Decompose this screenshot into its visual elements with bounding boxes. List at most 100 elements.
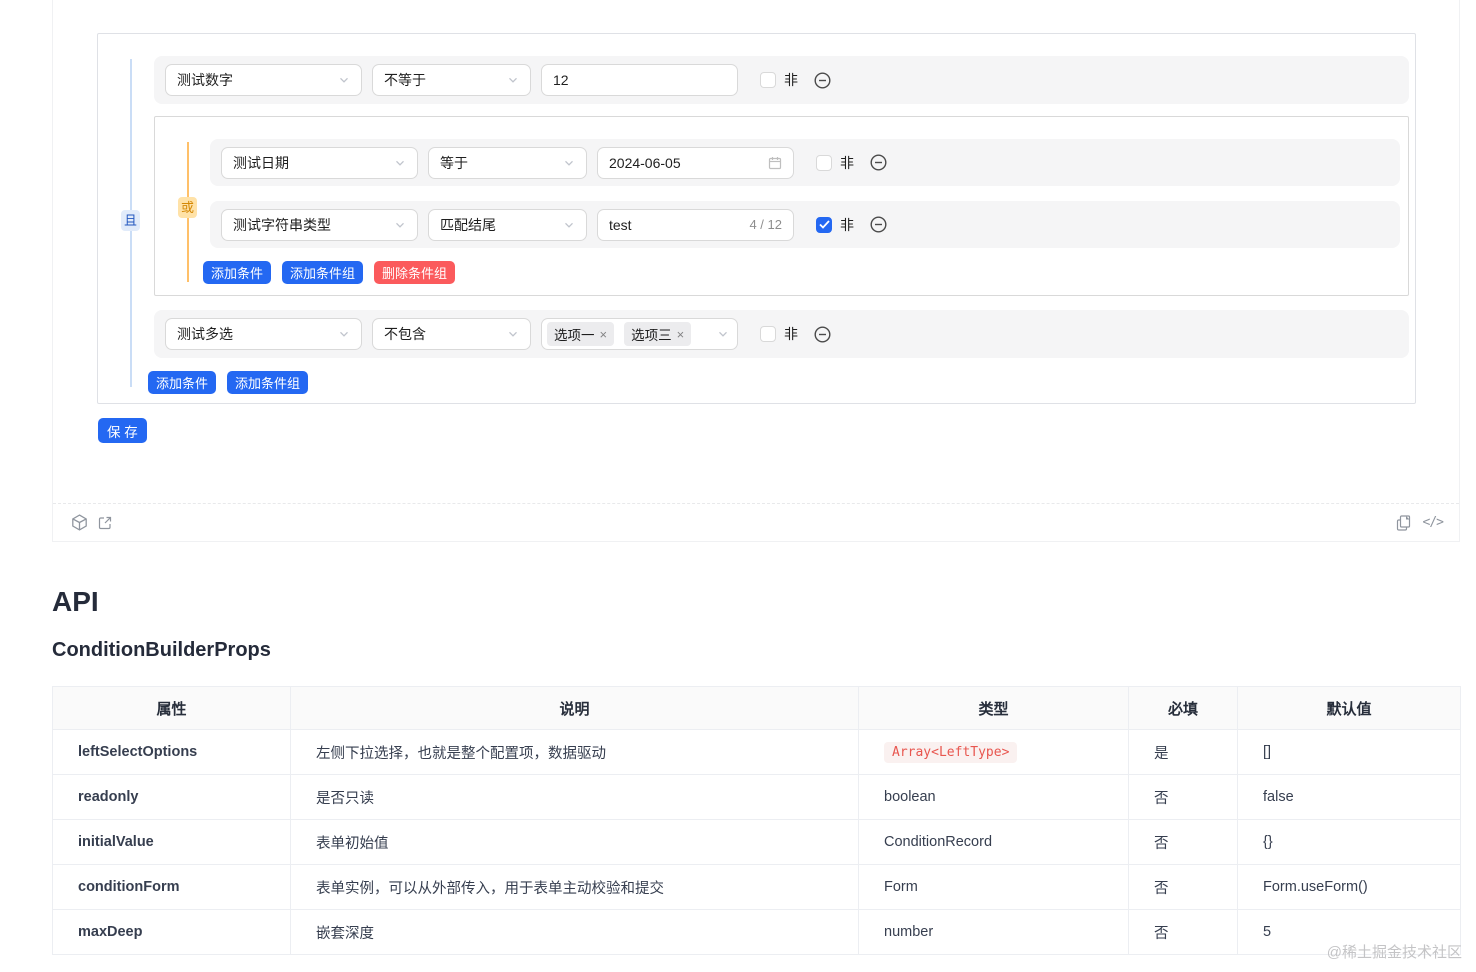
minus-circle-icon[interactable] bbox=[870, 154, 887, 171]
chevron-down-icon bbox=[396, 160, 404, 166]
prop-type: Form bbox=[858, 864, 1129, 910]
select-value: 不等于 bbox=[384, 72, 426, 88]
add-group-button[interactable]: 添加条件组 bbox=[227, 371, 309, 394]
api-subheading: ConditionBuilderProps bbox=[52, 639, 271, 661]
column-header-desc: 说明 bbox=[290, 686, 859, 730]
prop-desc: 表单初始值 bbox=[290, 819, 859, 865]
not-label: 非 bbox=[784, 72, 798, 88]
or-logic-badge[interactable]: 或 bbox=[178, 197, 198, 218]
prop-required: 否 bbox=[1128, 819, 1238, 865]
condition-row-date: 测试日期 等于 2024-06-05 非 bbox=[210, 139, 1400, 186]
field-select[interactable]: 测试日期 bbox=[221, 146, 418, 179]
tag-list: 选项一 × 选项三 × bbox=[547, 322, 701, 346]
chevron-down-icon bbox=[340, 77, 348, 83]
input-value: 12 bbox=[553, 72, 569, 88]
chevron-down-icon bbox=[509, 77, 517, 83]
chevron-down-icon bbox=[396, 222, 404, 228]
minus-circle-icon[interactable] bbox=[814, 71, 831, 89]
tag-close-icon[interactable]: × bbox=[600, 327, 608, 342]
prop-desc: 是否只读 bbox=[290, 774, 859, 820]
not-toggle: 非 bbox=[760, 324, 831, 344]
external-link-icon[interactable] bbox=[97, 515, 113, 531]
select-value: 测试日期 bbox=[233, 154, 289, 171]
operator-select[interactable]: 等于 bbox=[428, 146, 587, 179]
not-checkbox[interactable] bbox=[760, 72, 776, 88]
condition-row-number: 测试数字 不等于 12 非 bbox=[154, 56, 1409, 104]
select-value: 测试字符串类型 bbox=[233, 216, 331, 233]
prop-name: readonly bbox=[52, 774, 291, 820]
not-label: 非 bbox=[840, 216, 854, 233]
not-checkbox[interactable] bbox=[816, 154, 832, 171]
add-condition-button[interactable]: 添加条件 bbox=[203, 261, 272, 284]
minus-circle-icon[interactable] bbox=[870, 216, 887, 233]
text-input[interactable]: test 4 / 12 bbox=[597, 208, 794, 241]
select-value: 不包含 bbox=[384, 326, 426, 342]
condition-row-string: 测试字符串类型 匹配结尾 test 4 / 12 非 bbox=[210, 201, 1400, 248]
not-checkbox[interactable] bbox=[816, 216, 832, 233]
calendar-icon bbox=[768, 156, 782, 169]
prop-name: leftSelectOptions bbox=[52, 729, 291, 775]
not-toggle: 非 bbox=[760, 70, 831, 90]
not-label: 非 bbox=[840, 154, 854, 171]
not-checkbox[interactable] bbox=[760, 326, 776, 342]
add-group-button[interactable]: 添加条件组 bbox=[282, 261, 364, 284]
not-label: 非 bbox=[784, 326, 798, 342]
prop-desc: 嵌套深度 bbox=[290, 909, 859, 955]
prop-default: false bbox=[1237, 774, 1461, 820]
condition-row-multi: 测试多选 不包含 选项一 × 选项三 × 非 bbox=[154, 310, 1409, 358]
demo-toolbar: </> bbox=[53, 503, 1459, 541]
table-row: leftSelectOptions 左侧下拉选择，也就是整个配置项，数据驱动 A… bbox=[52, 729, 1461, 775]
prop-type: number bbox=[858, 909, 1129, 955]
column-header-default: 默认值 bbox=[1237, 686, 1461, 730]
watermark: @稀土掘金技术社区 bbox=[1326, 944, 1462, 961]
field-select[interactable]: 测试字符串类型 bbox=[221, 208, 418, 241]
prop-required: 否 bbox=[1128, 774, 1238, 820]
chevron-down-icon bbox=[565, 160, 573, 166]
multi-select[interactable]: 选项一 × 选项三 × bbox=[541, 318, 738, 350]
tag-close-icon[interactable]: × bbox=[677, 327, 685, 342]
delete-group-button[interactable]: 删除条件组 bbox=[374, 261, 456, 284]
operator-select[interactable]: 匹配结尾 bbox=[428, 208, 587, 241]
select-value: 等于 bbox=[440, 154, 468, 171]
prop-desc: 表单实例，可以从外部传入，用于表单主动校验和提交 bbox=[290, 864, 859, 910]
toolbar-left bbox=[71, 514, 113, 531]
table-row: initialValue 表单初始值 ConditionRecord 否 {} bbox=[52, 819, 1461, 865]
field-select[interactable]: 测试多选 bbox=[165, 318, 362, 350]
date-input[interactable]: 2024-06-05 bbox=[597, 146, 794, 179]
codesandbox-icon[interactable] bbox=[71, 514, 88, 531]
check-icon bbox=[818, 220, 830, 229]
save-button[interactable]: 保 存 bbox=[98, 418, 147, 443]
prop-name: maxDeep bbox=[52, 909, 291, 955]
operator-select[interactable]: 不包含 bbox=[372, 318, 531, 350]
prop-name: initialValue bbox=[52, 819, 291, 865]
table-row: maxDeep 嵌套深度 number 否 5 bbox=[52, 909, 1461, 955]
field-select[interactable]: 测试数字 bbox=[165, 64, 362, 96]
condition-builder-demo: 且 测试数字 不等于 12 非 或 测试日期 等于 2024-06-05 非 测… bbox=[97, 33, 1416, 404]
prop-required: 否 bbox=[1128, 909, 1238, 955]
input-counter: 4 / 12 bbox=[749, 217, 782, 232]
condition-group-box: 或 测试日期 等于 2024-06-05 非 测试字符串类型 匹配结尾 test… bbox=[154, 116, 1409, 296]
chevron-down-icon bbox=[565, 222, 573, 228]
code-icon[interactable]: </> bbox=[1423, 515, 1445, 530]
input-value: 2024-06-05 bbox=[609, 154, 681, 171]
minus-circle-icon[interactable] bbox=[814, 325, 831, 343]
api-heading: API bbox=[52, 586, 99, 617]
tag-label: 选项三 bbox=[631, 328, 672, 343]
column-header-required: 必填 bbox=[1128, 686, 1238, 730]
chevron-down-icon bbox=[509, 331, 517, 337]
prop-type: Array<LeftType> bbox=[858, 729, 1129, 775]
select-value: 匹配结尾 bbox=[440, 216, 496, 233]
prop-type: boolean bbox=[858, 774, 1129, 820]
prop-name: conditionForm bbox=[52, 864, 291, 910]
add-condition-button[interactable]: 添加条件 bbox=[148, 371, 217, 394]
demo-card: 且 测试数字 不等于 12 非 或 测试日期 等于 2024-06-05 非 测… bbox=[52, 0, 1460, 542]
value-input[interactable]: 12 bbox=[541, 64, 738, 96]
select-value: 测试多选 bbox=[177, 326, 233, 342]
not-toggle: 非 bbox=[816, 153, 887, 173]
prop-required: 否 bbox=[1128, 864, 1238, 910]
tag: 选项三 × bbox=[624, 322, 692, 346]
operator-select[interactable]: 不等于 bbox=[372, 64, 531, 96]
and-logic-badge[interactable]: 且 bbox=[121, 210, 141, 231]
column-header-prop: 属性 bbox=[52, 686, 291, 730]
copy-icon[interactable] bbox=[1396, 514, 1411, 531]
